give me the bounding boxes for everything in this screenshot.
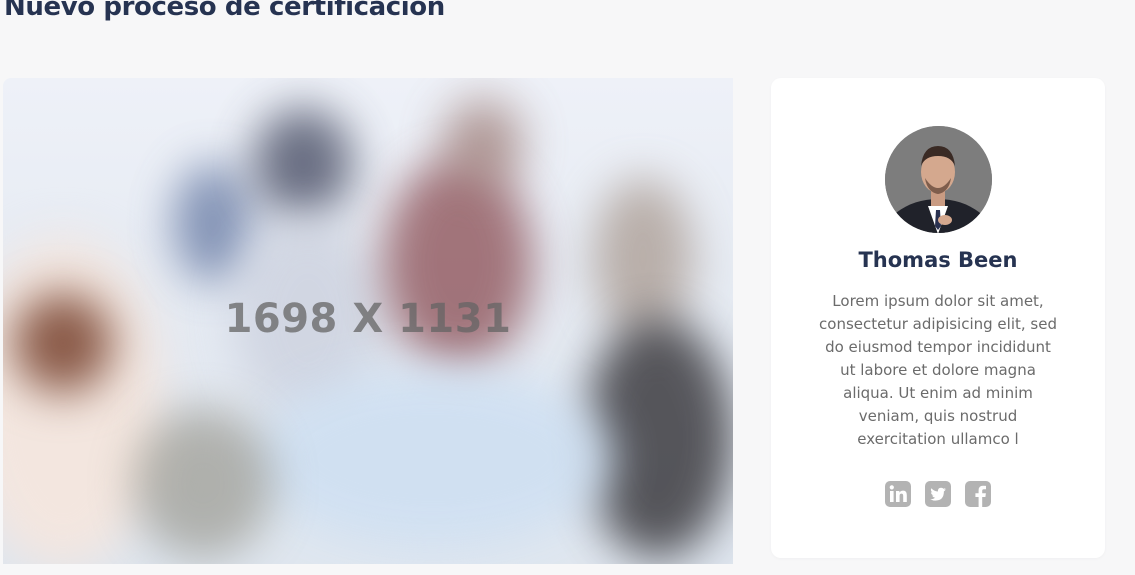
profile-card: Thomas Been Lorem ipsum dolor sit amet, … bbox=[771, 78, 1105, 558]
hero-image: 1698 X 1131 bbox=[3, 78, 733, 564]
profile-bio: Lorem ipsum dolor sit amet, consectetur … bbox=[819, 292, 1057, 448]
image-dimensions-label: 1698 X 1131 bbox=[224, 296, 512, 342]
page-title: Nuevo proceso de certificación bbox=[4, 0, 445, 22]
linkedin-icon[interactable] bbox=[885, 481, 911, 507]
facebook-icon[interactable] bbox=[965, 481, 991, 507]
avatar bbox=[885, 126, 992, 233]
social-links bbox=[771, 481, 1105, 507]
twitter-icon[interactable] bbox=[925, 481, 951, 507]
profile-name: Thomas Been bbox=[858, 248, 1018, 272]
